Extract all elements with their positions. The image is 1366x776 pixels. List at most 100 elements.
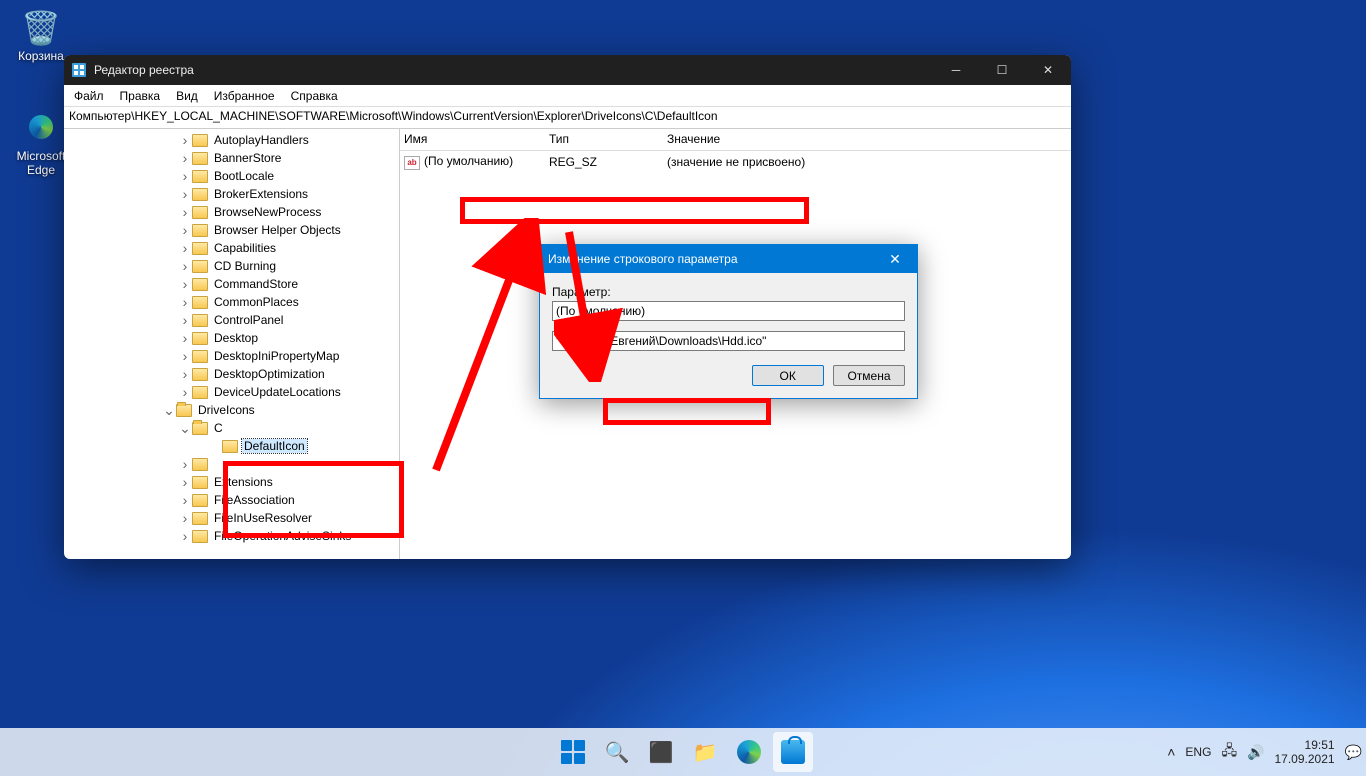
chevron-icon[interactable]: ›	[178, 385, 192, 399]
chevron-icon[interactable]: ›	[178, 367, 192, 381]
menu-help[interactable]: Справка	[283, 86, 346, 106]
tree-item-label: Desktop	[212, 331, 260, 345]
tree-item[interactable]: ›DesktopIniPropertyMap	[64, 347, 399, 365]
chevron-icon[interactable]: ›	[178, 529, 192, 543]
tree-item[interactable]: ›DeviceUpdateLocations	[64, 383, 399, 401]
minimize-button[interactable]: ─	[933, 55, 979, 85]
tree-item[interactable]: › Browser Helper Objects	[64, 221, 399, 239]
folder-icon	[192, 512, 208, 525]
tree-item[interactable]: ›ControlPanel	[64, 311, 399, 329]
tree-item[interactable]: ›BootLocale	[64, 167, 399, 185]
address-bar[interactable]: Компьютер\HKEY_LOCAL_MACHINE\SOFTWARE\Mi…	[64, 107, 1071, 129]
chevron-icon[interactable]: ›	[178, 475, 192, 489]
tree-item-label: Browser Helper Objects	[212, 223, 343, 237]
menu-favorites[interactable]: Избранное	[206, 86, 283, 106]
chevron-icon[interactable]: ›	[178, 223, 192, 237]
value-row-default[interactable]: ab(По умолчанию) REG_SZ (значение не при…	[400, 151, 1071, 172]
col-type[interactable]: Тип	[545, 129, 663, 150]
language-indicator[interactable]: ENG	[1185, 745, 1211, 759]
chevron-icon[interactable]: ›	[178, 457, 192, 471]
taskview-button[interactable]: ⬛	[641, 732, 681, 772]
tree-item[interactable]: › FileOperationAdviseSinks	[64, 527, 399, 545]
regedit-icon	[70, 61, 88, 79]
folder-icon	[192, 476, 208, 489]
col-data[interactable]: Значение	[663, 129, 1071, 150]
tree-item-label: FileOperationAdviseSinks	[212, 529, 353, 543]
tree-item[interactable]: › Extensions	[64, 473, 399, 491]
chevron-icon[interactable]: ›	[178, 241, 192, 255]
tree-item[interactable]: ›	[64, 455, 399, 473]
tree-pane[interactable]: › AutoplayHandlers ›BannerStore›BootLocale…	[64, 129, 400, 559]
chevron-icon[interactable]: ›	[178, 349, 192, 363]
titlebar[interactable]: Редактор реестра ─ ☐ ✕	[64, 55, 1071, 85]
tree-item[interactable]: › Desktop	[64, 329, 399, 347]
tree-item[interactable]: ›CommandStore	[64, 275, 399, 293]
chevron-icon[interactable]: ›	[178, 169, 192, 183]
desktop: 🗑️ Корзина Microsoft Edge Редактор реест…	[0, 0, 1366, 776]
chevron-icon[interactable]: ›	[178, 295, 192, 309]
chevron-icon[interactable]: ›	[178, 205, 192, 219]
tree-item[interactable]: ⌄ DriveIcons	[64, 401, 399, 419]
folder-icon	[192, 458, 208, 471]
tree-item-label: Extensions	[212, 475, 275, 489]
explorer-button[interactable]: 📁	[685, 732, 725, 772]
ok-button[interactable]: ОК	[752, 365, 824, 386]
chevron-up-icon[interactable]: ˄	[1167, 744, 1175, 760]
chevron-icon[interactable]: ›	[178, 259, 192, 273]
chevron-icon[interactable]: ›	[178, 133, 192, 147]
param-name-field	[552, 301, 905, 321]
col-name[interactable]: Имя	[400, 129, 545, 150]
menu-edit[interactable]: Правка	[112, 86, 169, 106]
maximize-button[interactable]: ☐	[979, 55, 1025, 85]
store-icon	[781, 740, 805, 764]
chevron-icon[interactable]: ›	[178, 151, 192, 165]
network-icon[interactable]: 🖧	[1221, 740, 1237, 764]
tree-item[interactable]: ›FileInUseResolver	[64, 509, 399, 527]
dialog-titlebar[interactable]: Изменение строкового параметра ✕	[540, 245, 917, 273]
tree-item-label: DriveIcons	[196, 403, 257, 417]
tree-item[interactable]: ›DesktopOptimization	[64, 365, 399, 383]
tree-item[interactable]: ›BannerStore	[64, 149, 399, 167]
volume-icon[interactable]: 🔊	[1247, 744, 1264, 761]
chevron-icon[interactable]: ›	[178, 331, 192, 345]
tree-item[interactable]: ›BrokerExtensions	[64, 185, 399, 203]
windows-logo-icon	[561, 740, 585, 764]
chevron-icon[interactable]: ›	[178, 313, 192, 327]
tree-item[interactable]: ›CommonPlaces	[64, 293, 399, 311]
menu-file[interactable]: Файл	[66, 86, 112, 106]
tree-item[interactable]: DefaultIcon	[64, 437, 399, 455]
clock[interactable]: 19:51 17.09.2021	[1275, 738, 1335, 767]
folder-icon	[192, 278, 208, 291]
folder-icon	[222, 440, 238, 453]
folder-icon	[192, 134, 208, 147]
cancel-button[interactable]: Отмена	[833, 365, 905, 386]
tree-item-label: DefaultIcon	[242, 439, 307, 453]
tree-item[interactable]: ›Capabilities	[64, 239, 399, 257]
chevron-icon[interactable]: ›	[178, 277, 192, 291]
folder-icon	[192, 332, 208, 345]
tree-item[interactable]: ›FileAssociation	[64, 491, 399, 509]
menu-view[interactable]: Вид	[168, 86, 206, 106]
tree-item[interactable]: ›CD Burning	[64, 257, 399, 275]
tree-item-label: AutoplayHandlers	[212, 133, 311, 147]
tree-item[interactable]: ›BrowseNewProcess	[64, 203, 399, 221]
start-button[interactable]	[553, 732, 593, 772]
chevron-icon[interactable]: ›	[178, 187, 192, 201]
search-button[interactable]: 🔍	[597, 732, 637, 772]
chevron-icon[interactable]: ⌄	[162, 403, 176, 417]
store-button[interactable]	[773, 732, 813, 772]
edge-icon	[737, 740, 761, 764]
edge-taskbar-button[interactable]	[729, 732, 769, 772]
folder-icon	[192, 188, 208, 201]
chevron-icon[interactable]: ›	[178, 493, 192, 507]
chevron-icon[interactable]: ⌄	[178, 421, 192, 435]
recycle-bin[interactable]: 🗑️ Корзина	[6, 9, 76, 63]
param-label: Параметр:	[552, 285, 905, 299]
close-button[interactable]: ✕	[1025, 55, 1071, 85]
tree-item[interactable]: ⌄C	[64, 419, 399, 437]
value-input[interactable]	[552, 331, 905, 351]
chevron-icon[interactable]: ›	[178, 511, 192, 525]
tree-item[interactable]: › AutoplayHandlers	[64, 131, 399, 149]
dialog-close-button[interactable]: ✕	[881, 245, 909, 273]
notifications-icon[interactable]: 💬	[1345, 744, 1362, 761]
